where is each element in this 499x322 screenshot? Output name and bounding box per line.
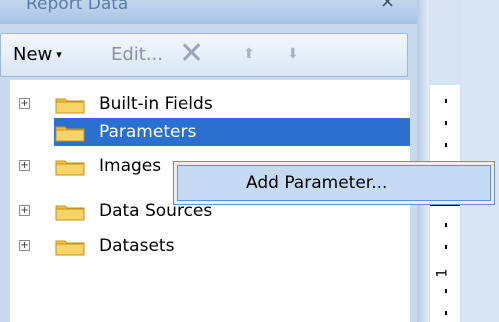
panel-titlebar: Report Data × xyxy=(0,0,417,24)
move-up-icon[interactable]: ⬆ xyxy=(243,46,255,62)
folder-icon xyxy=(55,160,85,176)
new-button[interactable]: New ▾ xyxy=(13,44,62,65)
tree-node-label: Built-in Fields xyxy=(99,94,213,114)
ruler-tick xyxy=(445,99,447,103)
tree-node-built-in-fields[interactable]: + Built-in Fields xyxy=(10,90,410,118)
ruler-tick xyxy=(445,311,447,315)
ruler-tick xyxy=(445,245,447,249)
menu-item-add-parameter[interactable]: Add Parameter... xyxy=(177,165,491,201)
expand-icon[interactable]: + xyxy=(19,98,30,109)
menu-item-label: Add Parameter... xyxy=(246,173,388,193)
expand-icon[interactable]: + xyxy=(19,205,30,216)
ruler-marker-line xyxy=(430,205,460,206)
folder-icon xyxy=(55,98,85,114)
ruler-number: 1 xyxy=(434,268,451,278)
tree-node-parameters[interactable]: Parameters xyxy=(10,118,410,146)
ruler-tick xyxy=(445,289,447,293)
panel-toolbar: New ▾ Edit... ✕ ⬆ ⬇ xyxy=(0,33,408,77)
new-button-label: New xyxy=(13,44,53,65)
expand-icon[interactable]: + xyxy=(19,240,30,251)
tree-node-label: Images xyxy=(99,156,162,176)
edit-button[interactable]: Edit... xyxy=(111,44,163,65)
move-down-icon[interactable]: ⬇ xyxy=(287,46,299,62)
expand-icon[interactable]: + xyxy=(19,160,30,171)
delete-icon[interactable]: ✕ xyxy=(179,36,204,71)
ruler-tick xyxy=(445,121,447,125)
context-menu: Add Parameter... xyxy=(173,161,495,205)
tree-node-label: Datasets xyxy=(99,236,175,256)
chevron-down-icon: ▾ xyxy=(56,48,62,61)
ruler-tick xyxy=(445,143,447,147)
panel-title: Report Data xyxy=(26,0,129,14)
folder-icon xyxy=(55,240,85,256)
close-icon[interactable]: × xyxy=(380,0,395,11)
ruler-tick xyxy=(445,223,447,227)
folder-icon xyxy=(55,126,85,142)
folder-icon xyxy=(55,205,85,221)
tree-node-label: Parameters xyxy=(99,122,197,142)
tree-node-datasets[interactable]: + Datasets xyxy=(10,232,410,260)
